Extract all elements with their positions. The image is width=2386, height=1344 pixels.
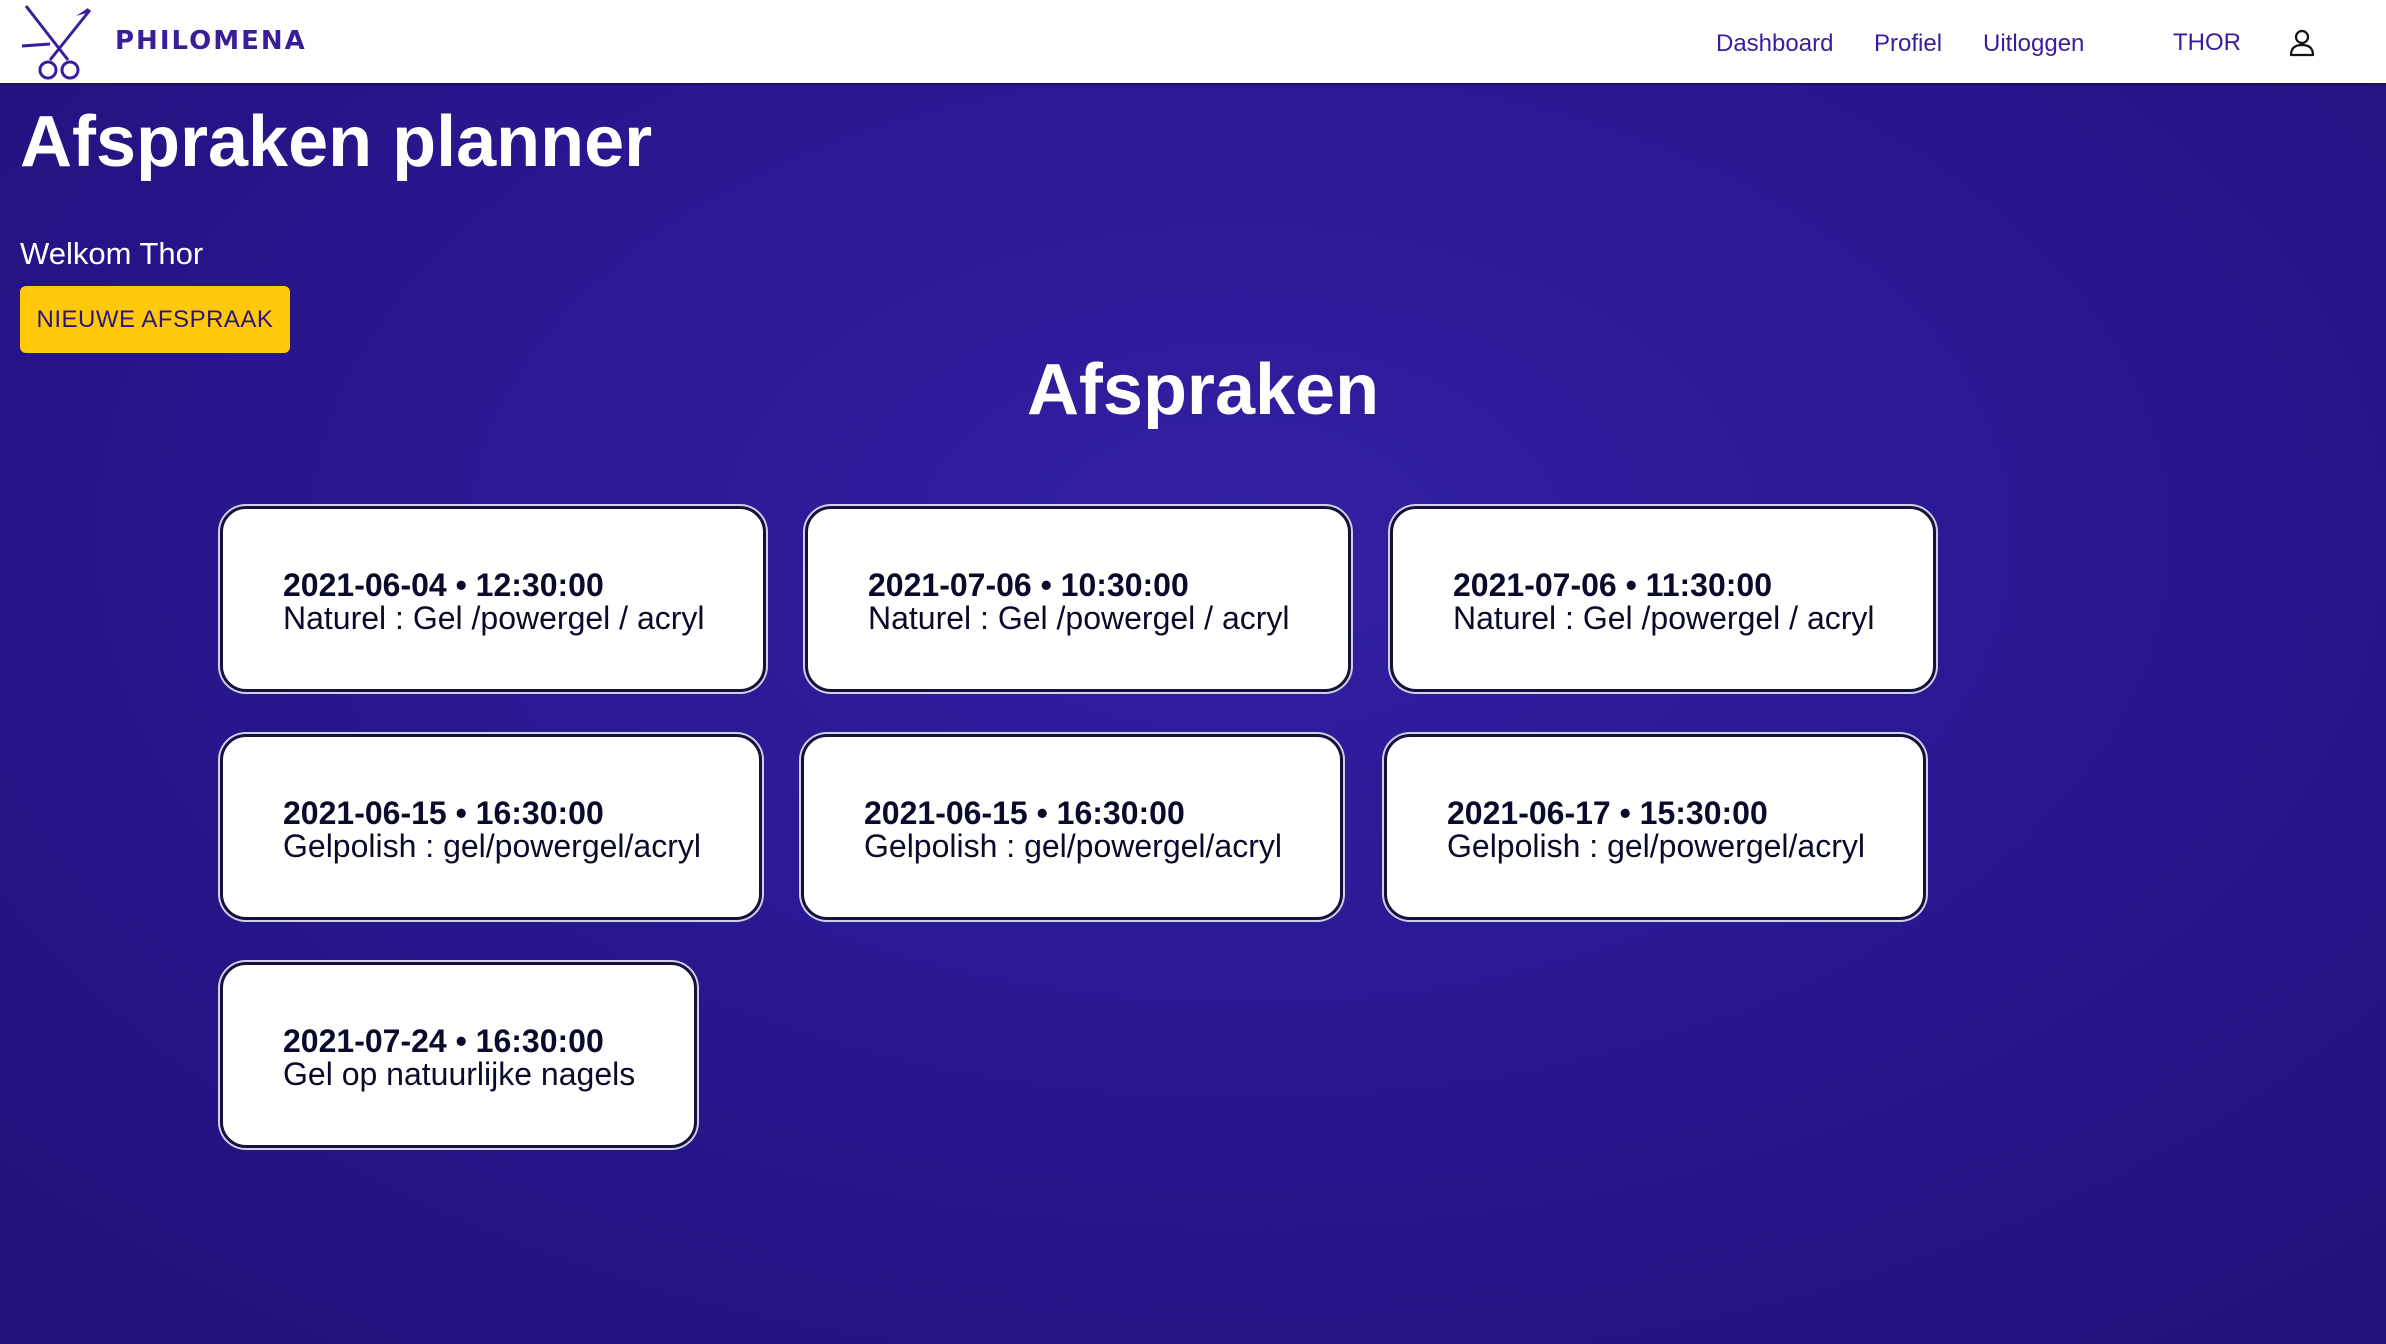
appointment-treatment: Gelpolish : gel/powergel/acryl [864,828,1282,864]
user-icon[interactable] [2289,29,2315,57]
appointment-card[interactable]: 2021-06-17 • 15:30:00 Gelpolish : gel/po… [1384,734,1926,920]
nav-logout[interactable]: Uitloggen [1983,30,2084,58]
username: THOR [2173,29,2241,56]
brand-name[interactable]: PHILOMENA [115,26,307,56]
appointment-treatment: Gel op natuurlijke nagels [283,1056,636,1092]
navbar: PHILOMENA Dashboard Profiel Uitloggen TH… [0,0,2386,85]
nav-dashboard[interactable]: Dashboard [1716,30,1833,58]
appointment-datetime: 2021-06-17 • 15:30:00 [1447,795,1768,831]
new-appointment-button[interactable]: NIEUWE AFSPRAAK [20,286,290,353]
appointment-datetime: 2021-07-06 • 10:30:00 [868,567,1189,603]
appointment-card[interactable]: 2021-06-04 • 12:30:00 Naturel : Gel /pow… [220,506,766,692]
appointment-treatment: Gelpolish : gel/powergel/acryl [283,828,701,864]
page-background: PHILOMENA Dashboard Profiel Uitloggen TH… [0,0,2386,1344]
appointment-card[interactable]: 2021-06-15 • 16:30:00 Gelpolish : gel/po… [801,734,1343,920]
welcome-text: Welkom Thor [20,236,204,271]
appointment-datetime: 2021-06-15 • 16:30:00 [864,795,1185,831]
appointment-card[interactable]: 2021-06-15 • 16:30:00 Gelpolish : gel/po… [220,734,762,920]
appointment-card[interactable]: 2021-07-06 • 10:30:00 Naturel : Gel /pow… [805,506,1351,692]
appointment-datetime: 2021-06-04 • 12:30:00 [283,567,604,603]
appointment-datetime: 2021-07-06 • 11:30:00 [1453,567,1772,603]
appointment-treatment: Naturel : Gel /powergel / acryl [1453,600,1875,636]
appointment-treatment: Naturel : Gel /powergel / acryl [868,600,1290,636]
section-title: Afspraken [1026,350,1380,430]
nav-profile[interactable]: Profiel [1874,30,1942,58]
appointment-card[interactable]: 2021-07-06 • 11:30:00 Naturel : Gel /pow… [1390,506,1936,692]
appointment-treatment: Naturel : Gel /powergel / acryl [283,600,705,636]
appointment-treatment: Gelpolish : gel/powergel/acryl [1447,828,1865,864]
appointment-card[interactable]: 2021-07-24 • 16:30:00 Gel op natuurlijke… [220,962,697,1148]
appointment-datetime: 2021-06-15 • 16:30:00 [283,795,604,831]
scissors-icon[interactable] [20,4,96,82]
page-title: Afspraken planner [20,102,653,182]
appointment-datetime: 2021-07-24 • 16:30:00 [283,1023,604,1059]
